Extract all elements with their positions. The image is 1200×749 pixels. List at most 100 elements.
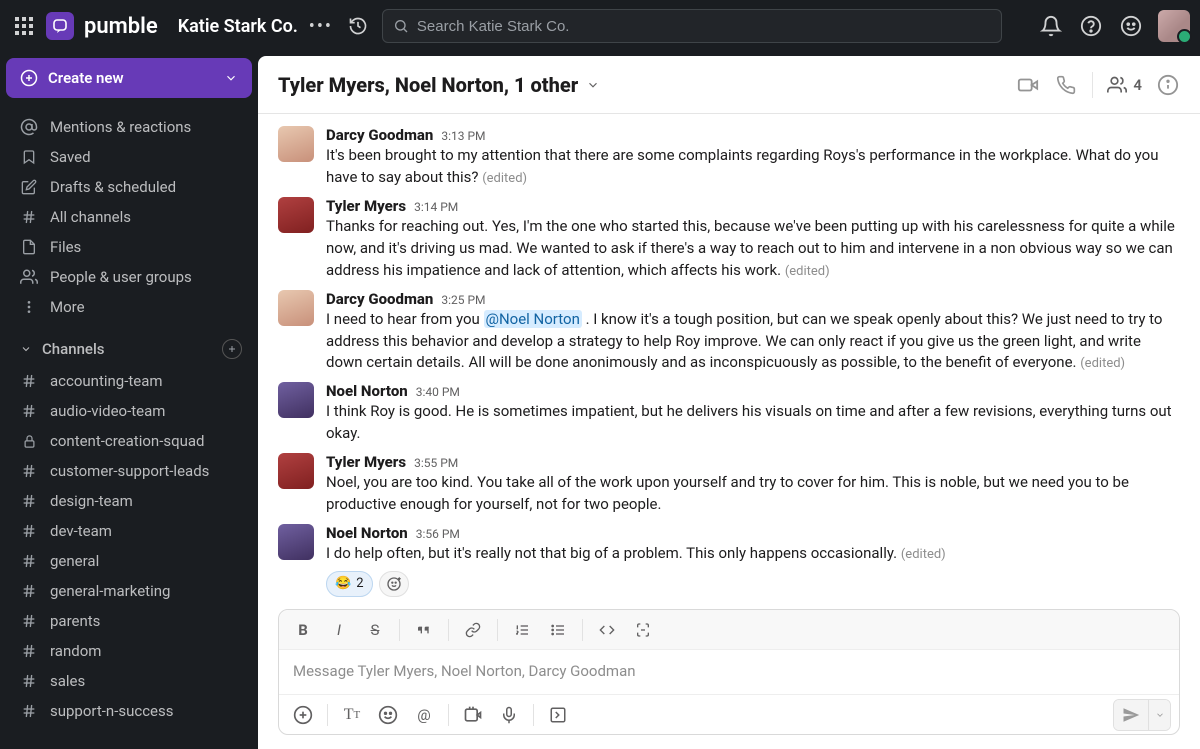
message-text: It's been brought to my attention that t… bbox=[326, 145, 1180, 189]
channel-item-general[interactable]: general bbox=[6, 546, 252, 576]
nav-item-files[interactable]: Files bbox=[6, 232, 252, 262]
info-icon[interactable] bbox=[1156, 73, 1180, 97]
audio-call-icon[interactable] bbox=[1054, 73, 1078, 97]
avatar[interactable] bbox=[278, 290, 314, 326]
nav-item-drafts[interactable]: Drafts & scheduled bbox=[6, 172, 252, 202]
send-options-button[interactable] bbox=[1148, 700, 1170, 730]
video-call-icon[interactable] bbox=[1016, 73, 1040, 97]
history-icon[interactable] bbox=[344, 12, 372, 40]
message: Tyler Myers3:55 PMNoel, you are too kind… bbox=[258, 449, 1200, 520]
bullet-list-button[interactable] bbox=[542, 615, 574, 645]
more-icon bbox=[20, 298, 38, 316]
people-icon bbox=[1107, 75, 1127, 95]
chat-title-text: Tyler Myers, Noel Norton, 1 other bbox=[278, 73, 578, 97]
add-channel-icon[interactable] bbox=[222, 339, 242, 359]
message-author[interactable]: Tyler Myers bbox=[326, 453, 406, 471]
channel-item-random[interactable]: random bbox=[6, 636, 252, 666]
nav-item-saved[interactable]: Saved bbox=[6, 142, 252, 172]
message-time: 3:55 PM bbox=[414, 456, 458, 470]
message-time: 3:56 PM bbox=[416, 527, 460, 541]
app-grid-icon[interactable] bbox=[12, 14, 36, 38]
record-video-button[interactable] bbox=[457, 700, 489, 730]
channel-item-content-creation-squad[interactable]: content-creation-squad bbox=[6, 426, 252, 456]
hash-icon bbox=[20, 672, 38, 690]
ordered-list-button[interactable] bbox=[506, 615, 538, 645]
avatar[interactable] bbox=[278, 382, 314, 418]
attach-button[interactable] bbox=[287, 700, 319, 730]
formatting-toggle-button[interactable]: TT bbox=[336, 700, 368, 730]
chat-title[interactable]: Tyler Myers, Noel Norton, 1 other bbox=[278, 73, 600, 97]
nav-item-mentions[interactable]: Mentions & reactions bbox=[6, 112, 252, 142]
nav-item-more[interactable]: More bbox=[6, 292, 252, 322]
message-author[interactable]: Noel Norton bbox=[326, 524, 408, 542]
composer-input[interactable] bbox=[279, 650, 1179, 694]
current-user-avatar[interactable] bbox=[1158, 10, 1190, 42]
nav-item-label: Mentions & reactions bbox=[50, 118, 191, 136]
edited-label: (edited) bbox=[1080, 356, 1125, 371]
channel-item-audio-video-team[interactable]: audio-video-team bbox=[6, 396, 252, 426]
channel-item-customer-support-leads[interactable]: customer-support-leads bbox=[6, 456, 252, 486]
hash-icon bbox=[20, 522, 38, 540]
nav-item-all-chan[interactable]: All channels bbox=[6, 202, 252, 232]
channel-item-accounting-team[interactable]: accounting-team bbox=[6, 366, 252, 396]
nav-item-people[interactable]: People & user groups bbox=[6, 262, 252, 292]
channel-item-general-marketing[interactable]: general-marketing bbox=[6, 576, 252, 606]
avatar[interactable] bbox=[278, 126, 314, 162]
avatar[interactable] bbox=[278, 524, 314, 560]
channel-item-label: parents bbox=[50, 612, 100, 630]
hash-icon bbox=[20, 702, 38, 720]
bold-button[interactable]: B bbox=[287, 615, 319, 645]
channel-item-sales[interactable]: sales bbox=[6, 666, 252, 696]
notifications-icon[interactable] bbox=[1038, 13, 1064, 39]
message-author[interactable]: Tyler Myers bbox=[326, 197, 406, 215]
search-input[interactable] bbox=[417, 18, 991, 35]
mentions-icon bbox=[20, 118, 38, 136]
edited-label: (edited) bbox=[901, 547, 946, 562]
message: Darcy Goodman3:25 PMI need to hear from … bbox=[258, 286, 1200, 379]
channel-item-label: general bbox=[50, 552, 99, 570]
reaction-count: 2 bbox=[356, 576, 363, 591]
search-bar[interactable] bbox=[382, 9, 1002, 43]
reaction-chip[interactable]: 😂2 bbox=[326, 571, 373, 597]
strike-button[interactable]: S bbox=[359, 615, 391, 645]
member-count-value: 4 bbox=[1133, 76, 1142, 94]
avatar[interactable] bbox=[278, 197, 314, 233]
channel-item-dev-team[interactable]: dev-team bbox=[6, 516, 252, 546]
hash-icon bbox=[20, 642, 38, 660]
channel-item-label: dev-team bbox=[50, 522, 112, 540]
hash-icon bbox=[20, 582, 38, 600]
send-button[interactable] bbox=[1114, 700, 1148, 730]
mention-button[interactable]: @ bbox=[408, 700, 440, 730]
add-reaction-button[interactable] bbox=[379, 571, 409, 597]
message-author[interactable]: Noel Norton bbox=[326, 382, 408, 400]
quote-button[interactable] bbox=[408, 615, 440, 645]
record-audio-button[interactable] bbox=[493, 700, 525, 730]
code-block-button[interactable] bbox=[627, 615, 659, 645]
workspace-menu-icon[interactable]: ••• bbox=[308, 13, 334, 39]
channel-item-support-n-success[interactable]: support-n-success bbox=[6, 696, 252, 726]
italic-button[interactable]: I bbox=[323, 615, 355, 645]
mention[interactable]: @Noel Norton bbox=[484, 310, 582, 328]
message-author[interactable]: Darcy Goodman bbox=[326, 290, 433, 308]
link-button[interactable] bbox=[457, 615, 489, 645]
reaction-emoji: 😂 bbox=[335, 576, 351, 591]
workspace-name[interactable]: Katie Stark Co. bbox=[178, 16, 298, 37]
channels-section-header[interactable]: Channels bbox=[6, 332, 252, 366]
emoji-status-icon[interactable] bbox=[1118, 13, 1144, 39]
plus-circle-icon bbox=[20, 69, 38, 87]
message-author[interactable]: Darcy Goodman bbox=[326, 126, 433, 144]
avatar[interactable] bbox=[278, 453, 314, 489]
help-icon[interactable] bbox=[1078, 13, 1104, 39]
channel-item-label: design-team bbox=[50, 492, 133, 510]
channel-item-design-team[interactable]: design-team bbox=[6, 486, 252, 516]
emoji-button[interactable] bbox=[372, 700, 404, 730]
member-count-button[interactable]: 4 bbox=[1107, 75, 1142, 95]
code-button[interactable] bbox=[591, 615, 623, 645]
nav-item-label: Drafts & scheduled bbox=[50, 178, 176, 196]
message-time: 3:14 PM bbox=[414, 200, 458, 214]
shortcuts-button[interactable] bbox=[542, 700, 574, 730]
header-divider bbox=[1092, 72, 1093, 98]
hash-icon bbox=[20, 492, 38, 510]
create-new-button[interactable]: Create new bbox=[6, 58, 252, 98]
channel-item-parents[interactable]: parents bbox=[6, 606, 252, 636]
